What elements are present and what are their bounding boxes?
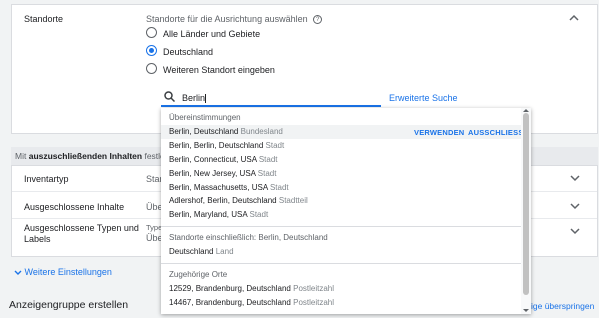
setting-value-excluded-types-line1: Type [146, 223, 163, 232]
suggestion-name: Berlin, Berlin, Deutschland [169, 141, 264, 150]
radio-option-germany[interactable] [146, 45, 157, 58]
suggestion-row[interactable]: 12529, Brandenburg, Deutschland Postleit… [161, 282, 521, 296]
help-icon[interactable]: ? [313, 15, 323, 25]
radio-button[interactable] [146, 27, 157, 38]
use-button[interactable]: VERWENDEN [414, 128, 464, 137]
skip-ad-group-link[interactable]: ige überspringen [531, 301, 594, 311]
suggestion-name: Deutschland [169, 247, 214, 256]
containing-section-title: Standorte einschließlich: Berlin, Deutsc… [169, 233, 328, 242]
scroll-down-arrow-icon[interactable] [523, 308, 529, 313]
suggestion-type: Stadt [269, 183, 289, 192]
suggestion-type: Postleitzahl [293, 298, 335, 307]
setting-label-excluded-content: Ausgeschlossene Inhalte [24, 202, 125, 212]
suggestion-type: Stadt [249, 210, 269, 219]
suggestion-row[interactable]: Berlin, Berlin, Deutschland Stadt [161, 139, 521, 153]
advanced-search-link[interactable]: Erweiterte Suche [389, 93, 458, 103]
scroll-up-arrow-icon[interactable] [523, 108, 529, 113]
expand-chevron-down-icon[interactable] [570, 173, 580, 183]
radio-button[interactable] [146, 63, 157, 74]
locations-question-text: Standorte für die Ausrichtung auswählen [146, 14, 308, 24]
suggestion-type: Postleitzahl [293, 284, 335, 293]
suggestion-type: Stadtteil [278, 196, 308, 205]
suggestion-name: Berlin, New Jersey, USA [169, 169, 256, 178]
suggestion-row[interactable]: Adlershof, Berlin, Deutschland Stadtteil [161, 194, 521, 208]
suggestion-name: 14467, Brandenburg, Deutschland [169, 298, 291, 307]
locations-question: Standorte für die Ausrichtung auswählen … [146, 14, 323, 25]
radio-button-selected[interactable] [146, 45, 157, 56]
chevron-down-icon [14, 270, 22, 275]
collapse-chevron-up-icon[interactable] [569, 13, 579, 23]
location-search-input[interactable]: Berlin [182, 93, 207, 104]
suggestion-type: Stadt [257, 169, 277, 178]
setting-label-excluded-types: Ausgeschlossene Typen und Labels [24, 223, 139, 244]
search-input-value: Berlin [182, 93, 206, 103]
suggestion-row[interactable]: Berlin, Maryland, USA Stadt [161, 208, 521, 222]
exclusions-header-prefix: Mit [15, 151, 27, 161]
setting-label-inventory-type: Inventartyp [24, 174, 69, 184]
location-suggestions-dropdown: Übereinstimmungen Berlin, Deutschland Bu… [161, 108, 531, 314]
locations-section-label: Standorte [24, 14, 64, 24]
suggestion-name: Adlershof, Berlin, Deutschland [169, 196, 277, 205]
radio-option-other[interactable] [146, 63, 157, 76]
scrollbar-thumb[interactable] [523, 113, 529, 295]
suggestion-name: Berlin, Deutschland [169, 127, 239, 136]
more-settings-toggle[interactable]: Weitere Einstellungen [14, 267, 112, 277]
suggestion-row[interactable]: Berlin, Deutschland Bundesland [161, 125, 521, 139]
search-input-underline [161, 105, 381, 107]
matches-section-title: Übereinstimmungen [169, 113, 241, 122]
suggestion-row[interactable]: Deutschland Land [161, 245, 521, 259]
suggestion-type: Stadt [258, 155, 278, 164]
suggestion-name: Berlin, Massachusetts, USA [169, 183, 268, 192]
exclusions-header-bold: auszuschließenden Inhalten [28, 151, 143, 161]
suggestion-type: Land [215, 247, 234, 256]
expand-chevron-down-icon[interactable] [570, 226, 580, 236]
divider [161, 263, 521, 264]
suggestion-name: Berlin, Connecticut, USA [169, 155, 257, 164]
ad-group-title: Anzeigengruppe erstellen [9, 299, 129, 311]
radio-label-other: Weiteren Standort eingeben [163, 65, 275, 75]
suggestion-row[interactable]: Berlin, Connecticut, USA Stadt [161, 153, 521, 167]
divider [161, 226, 521, 227]
search-icon [164, 91, 175, 102]
exclude-button[interactable]: AUSSCHLIESSE [468, 128, 529, 137]
radio-option-all[interactable] [146, 27, 157, 40]
suggestion-type: Bundesland [240, 127, 283, 136]
suggestion-row[interactable]: 14467, Brandenburg, Deutschland Postleit… [161, 296, 521, 310]
expand-chevron-down-icon[interactable] [570, 201, 580, 211]
suggestion-row[interactable]: Berlin, New Jersey, USA Stadt [161, 167, 521, 181]
suggestion-name: 12529, Brandenburg, Deutschland [169, 284, 291, 293]
radio-label-germany: Deutschland [163, 47, 214, 57]
text-cursor [205, 94, 207, 104]
more-settings-label: Weitere Einstellungen [24, 267, 112, 277]
suggestion-type: Stadt [265, 141, 285, 150]
radio-label-all: Alle Länder und Gebiete [163, 29, 261, 39]
suggestion-name: Berlin, Maryland, USA [169, 210, 248, 219]
related-section-title: Zugehörige Orte [169, 270, 228, 279]
suggestion-row[interactable]: Berlin, Massachusetts, USA Stadt [161, 181, 521, 195]
